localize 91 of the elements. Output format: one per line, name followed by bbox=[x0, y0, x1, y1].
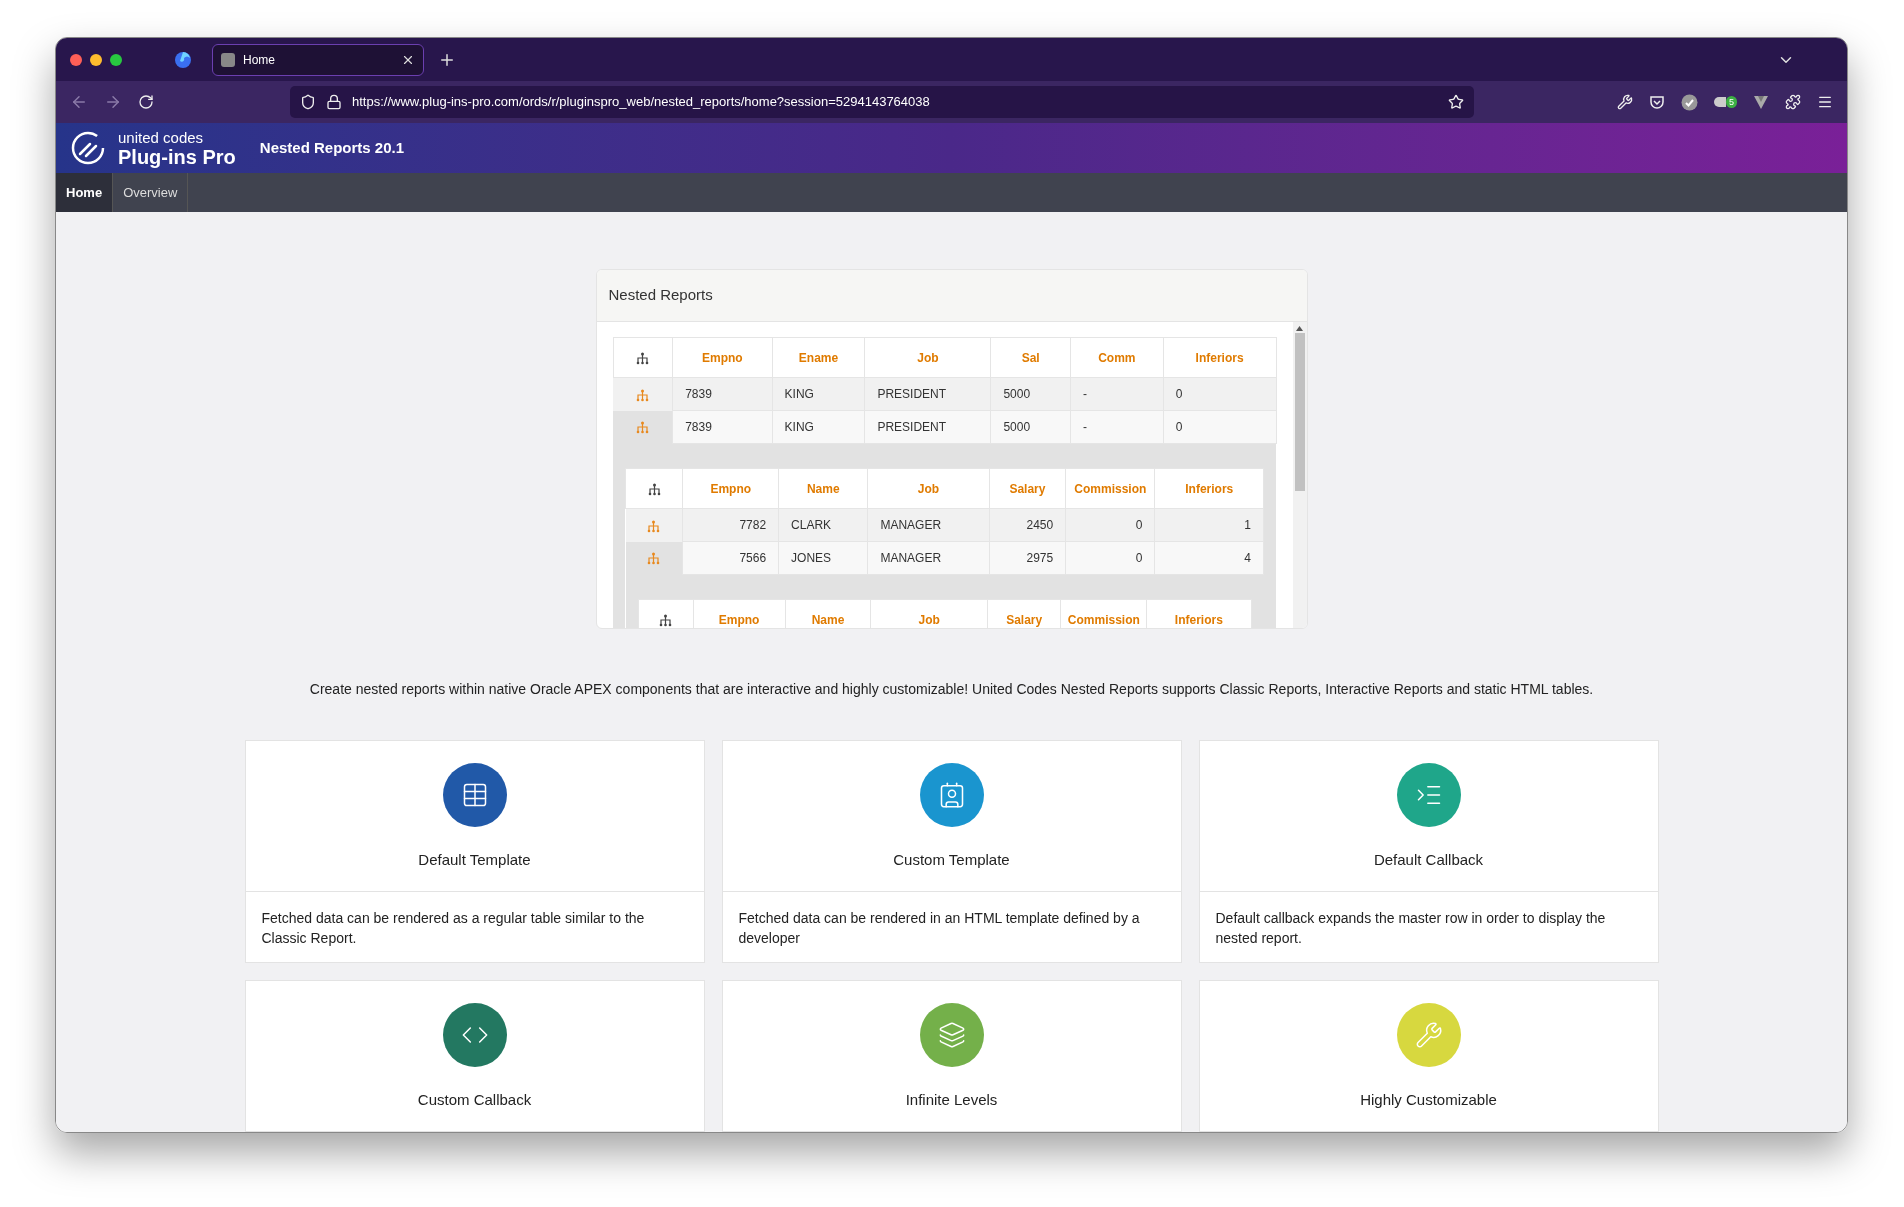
v-logo-icon[interactable] bbox=[1753, 94, 1769, 110]
lock-icon[interactable] bbox=[326, 94, 342, 110]
column-header[interactable]: Comm bbox=[1070, 337, 1164, 378]
favicon-icon bbox=[221, 52, 235, 67]
table-cell: 0 bbox=[1065, 508, 1155, 542]
url-text: https://www.plug-ins-pro.com/ords/r/pluginspro_web/nested_reports/home?session=5294143764038 bbox=[352, 93, 931, 112]
column-header[interactable]: Sal bbox=[990, 337, 1071, 378]
table-cell: 7782 bbox=[682, 508, 779, 542]
table-cell: 2450 bbox=[989, 508, 1066, 542]
table-cell: 1 bbox=[1155, 508, 1264, 542]
table-cell: 2975 bbox=[989, 541, 1066, 575]
hierarchy-icon bbox=[636, 388, 650, 402]
table-cell: 0 bbox=[1163, 410, 1276, 444]
scrollbar[interactable] bbox=[1292, 322, 1307, 628]
extensions-icon[interactable] bbox=[1785, 94, 1801, 110]
feature-title: Custom Callback bbox=[417, 1090, 532, 1110]
table-cell: 4 bbox=[1155, 541, 1264, 575]
column-header[interactable]: Salary bbox=[989, 468, 1066, 509]
column-header[interactable]: Job bbox=[867, 468, 990, 509]
column-header[interactable]: Inferiors bbox=[1155, 468, 1264, 509]
column-header[interactable]: Salary bbox=[987, 599, 1061, 628]
feature-description: Fetched data can be rendered in an HTML template defined by a developer bbox=[738, 909, 1141, 948]
brand-subtitle: united codes bbox=[118, 129, 205, 145]
panel-title: Nested Reports bbox=[608, 285, 713, 306]
column-header[interactable]: Commission bbox=[1060, 599, 1147, 628]
column-header[interactable]: Inferiors bbox=[1146, 599, 1251, 628]
hierarchy-icon bbox=[636, 351, 650, 365]
expand-toggle[interactable] bbox=[613, 410, 673, 444]
table-cell: - bbox=[1070, 410, 1164, 444]
feature-description: Default callback expands the master row in order to display the nested report. bbox=[1215, 909, 1607, 948]
check-circle-icon[interactable] bbox=[1681, 93, 1698, 111]
column-header[interactable]: Name bbox=[778, 468, 868, 509]
browser-tab[interactable]: Home bbox=[212, 43, 424, 76]
table-cell: CLARK bbox=[778, 508, 868, 542]
table-cell: 5000 bbox=[990, 410, 1071, 444]
table-cell: 7839 bbox=[672, 377, 773, 411]
hierarchy-icon bbox=[659, 613, 673, 627]
column-header[interactable]: Inferiors bbox=[1163, 337, 1276, 378]
column-header[interactable]: Job bbox=[870, 599, 988, 628]
table-cell: - bbox=[1070, 377, 1164, 411]
back-icon[interactable] bbox=[70, 93, 88, 111]
brand-name: Plug-ins Pro bbox=[118, 146, 236, 167]
table-cell: KING bbox=[772, 377, 865, 411]
column-header[interactable]: Job bbox=[864, 337, 991, 378]
hierarchy-icon bbox=[647, 482, 661, 496]
table-cell: 5000 bbox=[990, 377, 1071, 411]
column-header[interactable]: Commission bbox=[1065, 468, 1155, 509]
table-cell: 0 bbox=[1065, 541, 1155, 575]
table-cell: KING bbox=[772, 410, 865, 444]
maximize-window-button[interactable] bbox=[110, 53, 122, 66]
wrench-icon[interactable] bbox=[1617, 94, 1633, 110]
shield-icon[interactable] bbox=[300, 94, 316, 110]
app-title: Nested Reports 20.1 bbox=[259, 137, 405, 158]
table-cell: MANAGER bbox=[867, 541, 990, 575]
toggle-icon[interactable] bbox=[1714, 97, 1726, 107]
table-cell: 0 bbox=[1163, 377, 1276, 411]
pocket-icon[interactable] bbox=[1649, 94, 1665, 110]
reload-icon[interactable] bbox=[138, 94, 154, 110]
expand-toggle[interactable] bbox=[625, 541, 683, 575]
minimize-window-button[interactable] bbox=[90, 53, 102, 66]
brand-logo-icon[interactable] bbox=[70, 130, 106, 166]
browser-logo-icon[interactable] bbox=[174, 50, 192, 69]
forward-icon[interactable] bbox=[104, 93, 122, 111]
description-text: Create nested reports within native Oracle APEX components that are interactive and highly customizable! United Codes Nested Reports supports Classic Reports, Interactive Reports and static HTML tables. bbox=[308, 680, 1595, 699]
column-header[interactable]: Empno bbox=[672, 337, 773, 378]
close-window-button[interactable] bbox=[70, 53, 82, 66]
table-cell: 7839 bbox=[672, 410, 773, 444]
table-cell: MANAGER bbox=[867, 508, 990, 542]
feature-description: Fetched data can be rendered as a regular table similar to the Classic Report. bbox=[261, 909, 646, 948]
column-header[interactable]: Ename bbox=[772, 337, 865, 378]
column-header[interactable]: Name bbox=[785, 599, 871, 628]
tab-title: Home bbox=[243, 51, 276, 69]
table-cell: JONES bbox=[778, 541, 868, 575]
feature-title: Infinite Levels bbox=[905, 1090, 998, 1110]
address-bar[interactable]: https://www.plug-ins-pro.com/ords/r/pluginspro_web/nested_reports/home?session=5294143764038 bbox=[290, 86, 1474, 118]
feature-title: Custom Template bbox=[893, 850, 1010, 870]
scroll-up-icon[interactable] bbox=[1296, 326, 1303, 331]
table-cell: PRESIDENT bbox=[864, 410, 991, 444]
feature-title: Default Callback bbox=[1373, 850, 1484, 870]
table-cell: PRESIDENT bbox=[864, 377, 991, 411]
feature-title: Default Template bbox=[418, 850, 531, 870]
hierarchy-icon bbox=[647, 552, 661, 566]
hierarchy-icon bbox=[636, 421, 650, 435]
column-header[interactable]: Empno bbox=[693, 599, 786, 628]
nav-tab[interactable]: Home bbox=[56, 173, 114, 212]
star-icon[interactable] bbox=[1448, 94, 1464, 110]
column-header[interactable]: Empno bbox=[682, 468, 779, 509]
table-cell: 7566 bbox=[682, 541, 779, 575]
feature-title: Highly Customizable bbox=[1360, 1090, 1497, 1110]
hierarchy-icon bbox=[647, 519, 661, 533]
menu-icon[interactable] bbox=[1817, 94, 1833, 110]
